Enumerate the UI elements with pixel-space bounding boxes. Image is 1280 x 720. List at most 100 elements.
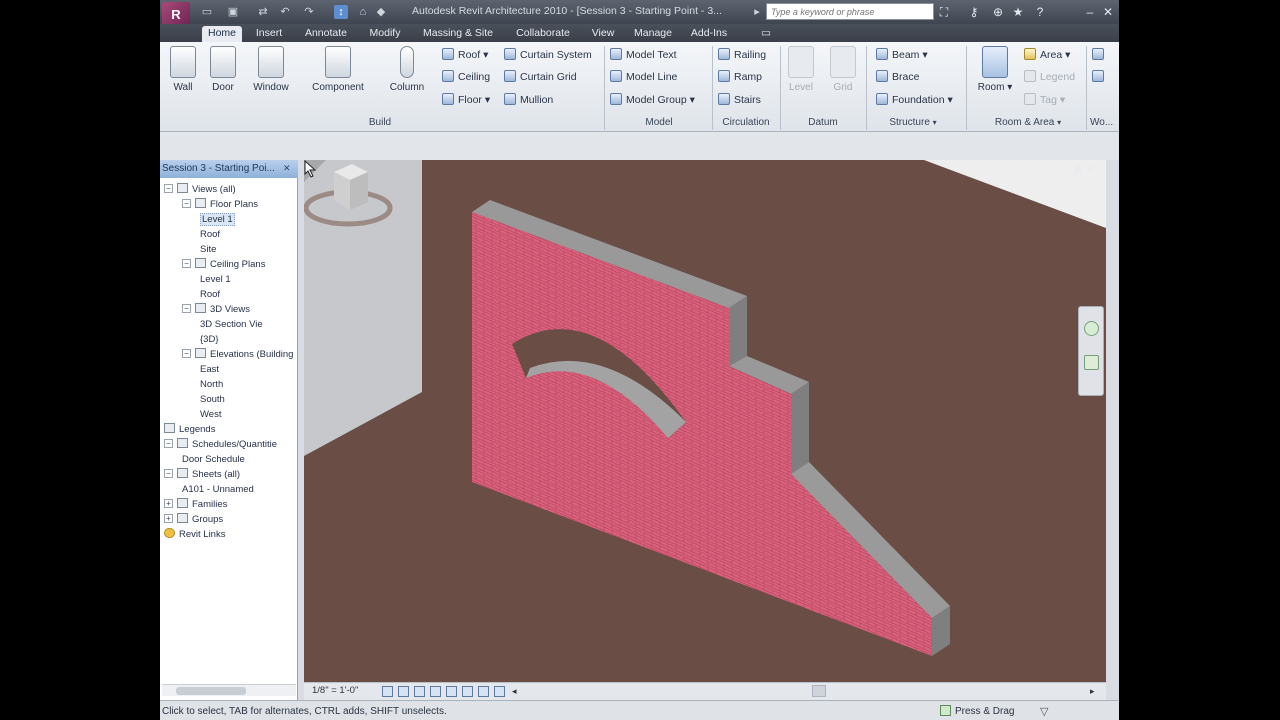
3d-viewport[interactable]: ▭ ▣ ✕ — [304, 160, 1106, 682]
tree-item[interactable]: − Ceiling Plans — [182, 257, 265, 272]
tree-item[interactable]: − Schedules/Quantitie — [164, 437, 277, 452]
search-input[interactable] — [766, 3, 934, 20]
view-scale[interactable]: 1/8" = 1'-0" — [312, 685, 358, 696]
room-button[interactable]: Room ▾ — [974, 46, 1016, 106]
undo-icon[interactable]: ↶ — [278, 5, 292, 19]
tab-modify[interactable]: Modify — [362, 26, 408, 42]
tree-item[interactable]: Legends — [164, 422, 215, 437]
redo-icon[interactable]: ↷ — [302, 5, 316, 19]
press-drag-toggle[interactable]: Press & Drag — [940, 705, 1014, 717]
show-crop-icon[interactable] — [446, 686, 457, 697]
tag-button[interactable]: Tag ▾ — [1024, 91, 1065, 109]
foundation-button[interactable]: Foundation ▾ — [876, 91, 953, 109]
tab-collaborate[interactable]: Collaborate — [508, 26, 578, 42]
door-button[interactable]: Door — [200, 46, 246, 106]
model-group-button[interactable]: Model Group ▾ — [610, 91, 695, 109]
expand-toggle-icon[interactable]: + — [164, 499, 173, 508]
tree-item[interactable]: − Elevations (Building — [182, 347, 293, 362]
tab-massing-site[interactable]: Massing & Site — [416, 26, 500, 42]
minimize-icon[interactable]: – — [1082, 4, 1098, 20]
tree-item[interactable]: − 3D Views — [182, 302, 250, 317]
window-button[interactable]: Window — [248, 46, 294, 106]
set-work-plane-button[interactable] — [1092, 68, 1108, 86]
checkbox[interactable] — [940, 705, 951, 716]
detail-level-icon[interactable] — [382, 686, 393, 697]
tree-item[interactable]: Revit Links — [164, 527, 225, 542]
curtain-system-button[interactable]: Curtain System — [504, 46, 592, 64]
roof-button[interactable]: Roof ▾ — [442, 46, 488, 64]
subscription-icon[interactable]: ⊕ — [990, 4, 1006, 20]
tree-item[interactable]: Level 1 — [200, 272, 231, 287]
ceiling-button[interactable]: Ceiling — [442, 68, 490, 86]
visual-style-icon[interactable] — [398, 686, 409, 697]
shadows-icon[interactable] — [414, 686, 425, 697]
temporary-hide-icon[interactable] — [462, 686, 473, 697]
tree-item[interactable]: Level 1 — [200, 212, 235, 227]
tree-item[interactable]: + Families — [164, 497, 227, 512]
tree-item[interactable]: {3D} — [200, 332, 219, 347]
lock-view-icon[interactable] — [494, 686, 505, 697]
expand-toggle-icon[interactable]: − — [182, 304, 191, 313]
mullion-button[interactable]: Mullion — [504, 91, 553, 109]
viewport-scrollbar-thumb[interactable] — [812, 685, 826, 697]
crop-view-icon[interactable] — [430, 686, 441, 697]
tree-item[interactable]: − Sheets (all) — [164, 467, 240, 482]
tree-item[interactable]: − Views (all) — [164, 182, 236, 197]
info-center-arrow-icon[interactable]: ▸ — [750, 5, 764, 19]
expand-toggle-icon[interactable]: − — [164, 439, 173, 448]
expand-toggle-icon[interactable]: − — [182, 349, 191, 358]
scrollbar-thumb[interactable] — [176, 687, 246, 695]
key-icon[interactable]: ⚷ — [966, 4, 982, 20]
ribbon-minimize-icon[interactable]: ▭ — [758, 26, 774, 42]
tree-item[interactable]: West — [200, 407, 221, 422]
tree-item[interactable]: South — [200, 392, 225, 407]
ramp-button[interactable]: Ramp — [718, 68, 762, 86]
steering-wheel-icon[interactable] — [1084, 321, 1099, 336]
section-icon[interactable]: ◆ — [374, 5, 388, 19]
grid-button[interactable]: Grid — [824, 46, 862, 106]
open-icon[interactable]: ▭ — [200, 5, 214, 19]
tree-item[interactable]: − Floor Plans — [182, 197, 258, 212]
tree-item[interactable]: North — [200, 377, 223, 392]
binoculars-icon[interactable]: ⛶ — [936, 4, 952, 20]
brick-wall-face[interactable] — [472, 212, 932, 656]
tree-item[interactable]: Roof — [200, 287, 220, 302]
scroll-right-icon[interactable]: ▸ — [1090, 686, 1101, 697]
tab-insert[interactable]: Insert — [250, 26, 288, 42]
save-icon[interactable]: ▣ — [226, 5, 240, 19]
curtain-grid-button[interactable]: Curtain Grid — [504, 68, 577, 86]
scroll-left-icon[interactable]: ◂ — [512, 686, 523, 697]
tab-add-ins[interactable]: Add-Ins — [686, 26, 732, 42]
column-button[interactable]: Column — [384, 46, 430, 106]
beam-button[interactable]: Beam ▾ — [876, 46, 928, 64]
3d-view-icon[interactable]: ⌂ — [356, 5, 370, 19]
zoom-icon[interactable] — [1084, 355, 1099, 370]
work-plane-button[interactable] — [1092, 46, 1108, 64]
component-button[interactable]: Component — [308, 46, 368, 106]
browser-scrollbar[interactable] — [162, 684, 296, 696]
tab-manage[interactable]: Manage — [628, 26, 678, 42]
close-icon[interactable]: ✕ — [283, 163, 293, 174]
tree-item[interactable]: Site — [200, 242, 216, 257]
expand-toggle-icon[interactable]: − — [182, 199, 191, 208]
tab-view[interactable]: View — [586, 26, 620, 42]
railing-button[interactable]: Railing — [718, 46, 766, 64]
viewport-window-controls[interactable]: ▭ ▣ ✕ — [1061, 164, 1094, 175]
brace-button[interactable]: Brace — [876, 68, 919, 86]
expand-toggle-icon[interactable]: − — [182, 259, 191, 268]
tree-item[interactable]: Roof — [200, 227, 220, 242]
3d-model-canvas[interactable] — [304, 160, 1106, 682]
tree-item[interactable]: 3D Section Vie — [200, 317, 263, 332]
filter-icon[interactable]: ▽ — [1040, 705, 1054, 718]
tree-item[interactable]: Door Schedule — [182, 452, 245, 467]
sync-icon[interactable]: ⇄ — [256, 5, 270, 19]
level-button[interactable]: Level — [782, 46, 820, 106]
expand-toggle-icon[interactable]: − — [164, 184, 173, 193]
area-button[interactable]: Area ▾ — [1024, 46, 1070, 64]
tree-item[interactable]: East — [200, 362, 219, 377]
stairs-button[interactable]: Stairs — [718, 91, 761, 109]
expand-toggle-icon[interactable]: + — [164, 514, 173, 523]
help-icon[interactable]: ? — [1032, 4, 1048, 20]
reveal-hidden-icon[interactable] — [478, 686, 489, 697]
tab-annotate[interactable]: Annotate — [298, 26, 354, 42]
